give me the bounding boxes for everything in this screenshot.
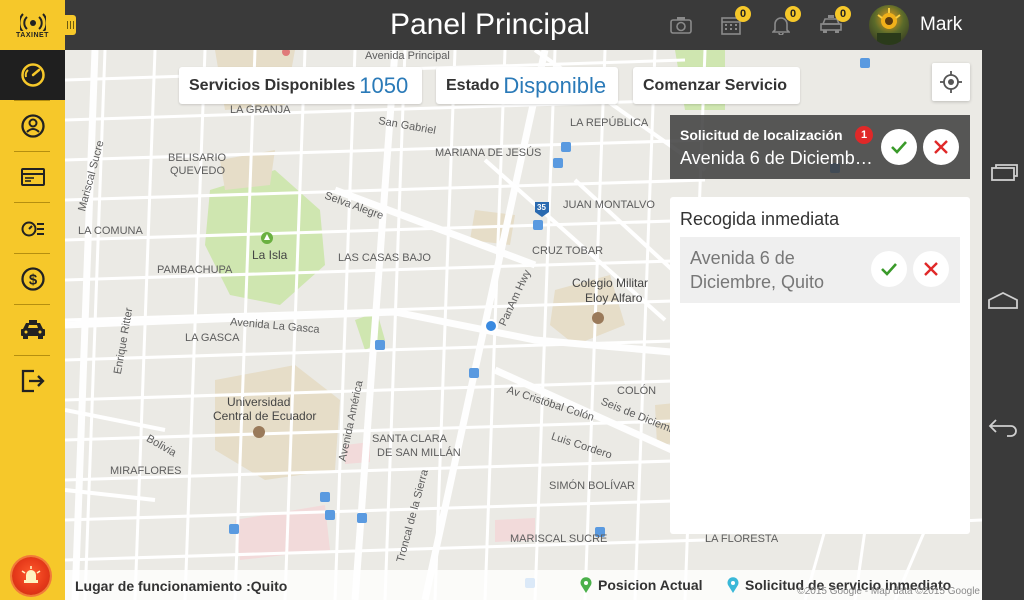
username[interactable]: Mark — [920, 14, 962, 36]
system-nav-bar — [982, 0, 1024, 600]
taxi-signal-icon — [19, 13, 46, 31]
sidebar: TAXINET $ — [0, 0, 65, 600]
header: Panel Principal 0 0 0 Mark — [65, 0, 982, 50]
logo: TAXINET — [0, 0, 65, 50]
notification-address: Avenida 6 de Diciembre, Quito — [680, 148, 875, 168]
legend-current-label: Posicion Actual — [598, 577, 703, 593]
notifications-button[interactable]: 0 — [769, 6, 801, 37]
logo-text: TAXINET — [16, 32, 49, 39]
sidebar-item-dashboard[interactable] — [0, 50, 65, 100]
map-label: LA GASCA — [185, 332, 240, 344]
recent-apps-button[interactable] — [982, 152, 1024, 192]
logout-icon — [21, 369, 45, 393]
sidebar-item-vehicle[interactable] — [0, 305, 65, 355]
start-service-button[interactable]: Comenzar Servicio — [633, 67, 800, 104]
map-label: LA FLORESTA — [705, 533, 779, 545]
back-icon — [988, 419, 1017, 437]
home-button[interactable] — [982, 280, 1024, 320]
notification-title: Solicitud de localización — [680, 127, 843, 143]
camera-button[interactable] — [669, 13, 693, 37]
notification-count-badge: 1 — [855, 126, 873, 144]
map-label: PAMBACHUPA — [157, 264, 233, 276]
alarm-icon — [21, 566, 41, 583]
green-pin-icon — [580, 577, 592, 593]
legend-current-position: Posicion Actual — [580, 577, 703, 593]
reject-pickup-button[interactable] — [913, 251, 949, 287]
map-label: SANTA CLARA — [372, 433, 447, 445]
status-value: Disponible — [503, 72, 607, 98]
map-label: La Isla — [252, 248, 288, 262]
home-icon — [988, 291, 1018, 309]
taximeter-icon — [21, 221, 44, 237]
map-label: MIRAFLORES — [110, 465, 182, 477]
sidebar-item-profile[interactable] — [0, 101, 65, 151]
status-label: Estado — [446, 76, 500, 94]
map-label: LA REPÚBLICA — [570, 117, 649, 129]
svg-text:$: $ — [28, 272, 37, 289]
map-label: CRUZ TOBAR — [532, 245, 604, 257]
map-label: QUEVEDO — [170, 165, 226, 177]
map-label: JUAN MONTALVO — [563, 199, 655, 211]
check-icon — [891, 141, 907, 154]
camera-icon — [670, 17, 692, 34]
cyan-pin-icon — [727, 577, 739, 593]
start-service-label: Comenzar Servicio — [643, 76, 788, 94]
notifications-badge: 0 — [785, 6, 801, 22]
map-label: MARISCAL SUCRE — [510, 533, 608, 545]
map-label: DE SAN MILLÁN — [377, 447, 461, 459]
list-item[interactable]: Avenida 6 de Diciembre, Quito — [680, 237, 960, 303]
taxi-icon — [20, 320, 45, 339]
reject-request-button[interactable] — [923, 129, 959, 165]
map-label: Eloy Alfaro — [585, 291, 643, 305]
map-label: LA COMUNA — [78, 225, 143, 237]
close-icon — [924, 262, 938, 276]
sidebar-item-logout[interactable] — [0, 356, 65, 406]
pickup-title: Recogida inmediata — [680, 209, 840, 229]
map-label: BELISARIO — [168, 152, 227, 164]
user-location-icon — [20, 114, 45, 138]
map-label: MARIANA DE JESÚS — [435, 147, 542, 159]
map[interactable]: LA GRANJA San Gabriel Avenida Principal … — [65, 50, 982, 600]
close-icon — [934, 140, 948, 154]
pickup-address: Avenida 6 de Diciembre, Quito — [690, 248, 825, 292]
car-badge: 0 — [835, 6, 851, 22]
map-label: Central de Ecuador — [213, 409, 317, 423]
available-services-card: Servicios Disponibles 1050 — [179, 67, 422, 104]
map-label: SIMÓN BOLÍVAR — [549, 480, 635, 492]
available-services-label: Servicios Disponibles — [189, 76, 356, 94]
map-label: COLÓN — [617, 385, 657, 397]
speedometer-icon — [20, 63, 45, 87]
app-root: TAXINET $ Panel Principal 0 0 0 Mark LA … — [0, 0, 1024, 600]
map-copyright: ©2015 Google - Map data ©2015 Google — [797, 586, 980, 597]
status-card[interactable]: Estado Disponible — [436, 67, 618, 104]
back-button[interactable] — [982, 407, 1024, 447]
accept-request-button[interactable] — [881, 129, 917, 165]
operating-place: Lugar de funcionamiento :Quito — [75, 578, 288, 594]
my-location-button[interactable] — [932, 63, 970, 101]
current-position-dot — [484, 319, 498, 333]
sidebar-item-taximeter[interactable] — [0, 203, 65, 253]
map-label: Universidad — [227, 395, 291, 409]
accept-pickup-button[interactable] — [871, 251, 907, 287]
taxi-requests-button[interactable]: 0 — [819, 6, 851, 37]
route-shield-label: 35 — [537, 203, 546, 212]
calendar-badge: 0 — [735, 6, 751, 22]
available-services-value: 1050 — [359, 72, 409, 98]
card-icon — [20, 168, 45, 186]
map-label: Colegio Militar — [572, 276, 649, 290]
avatar[interactable] — [869, 5, 909, 45]
sidebar-item-payments[interactable]: $ — [0, 254, 65, 304]
recent-apps-icon — [991, 164, 1018, 181]
immediate-pickup-panel: Recogida inmediata Avenida 6 de Diciembr… — [670, 197, 970, 534]
map-label: LAS CASAS BAJO — [338, 252, 431, 264]
crosshair-icon — [940, 71, 962, 93]
sidebar-item-cards[interactable] — [0, 152, 65, 202]
check-icon — [881, 263, 897, 276]
dollar-icon: $ — [20, 267, 45, 291]
map-label: LA GRANJA — [230, 104, 291, 116]
map-label: Avenida Principal — [365, 50, 450, 62]
calendar-button[interactable]: 0 — [719, 6, 751, 37]
location-request-notification: Solicitud de localización 1 Avenida 6 de… — [670, 115, 970, 179]
sos-button[interactable] — [12, 557, 50, 595]
